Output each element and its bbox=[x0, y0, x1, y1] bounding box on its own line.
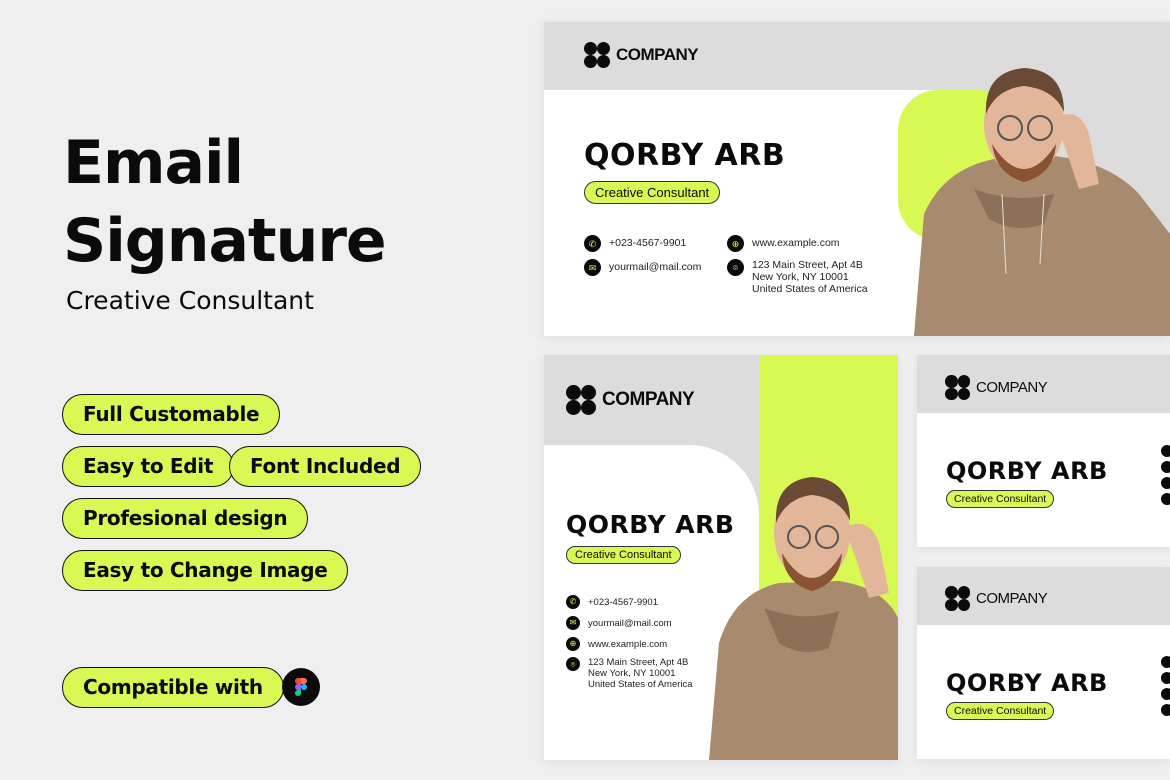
hero-title-line2: Signature bbox=[63, 206, 387, 276]
address-line3: United States of America bbox=[588, 679, 693, 690]
email-icon: ✉ bbox=[566, 616, 580, 630]
globe-icon: ⊕ bbox=[727, 235, 744, 252]
figma-icon bbox=[282, 668, 320, 706]
contact-icons bbox=[1161, 445, 1170, 505]
contact-phone: ✆ +023-4567-9901 bbox=[566, 595, 658, 609]
portrait-photo bbox=[914, 68, 1170, 336]
role-badge: Creative Consultant bbox=[946, 490, 1055, 508]
feature-pill-professional-design: Profesional design bbox=[62, 498, 309, 539]
role-badge: Creative Consultant bbox=[946, 702, 1055, 720]
contact-address: ⌾ 123 Main Street, Apt 4B New York, NY 1… bbox=[727, 259, 868, 295]
hero-subtitle: Creative Consultant bbox=[66, 286, 314, 315]
contact-email: ✉ yourmail@mail.com bbox=[584, 259, 701, 276]
phone-icon bbox=[1161, 445, 1170, 457]
location-pin-icon bbox=[1161, 704, 1170, 716]
company-name: COMPANY bbox=[976, 590, 1048, 607]
address-line3: United States of America bbox=[752, 283, 868, 295]
company-logo: COMPANY bbox=[566, 385, 695, 415]
location-pin-icon: ⌾ bbox=[727, 259, 744, 276]
website-text[interactable]: www.example.com bbox=[752, 235, 840, 252]
person-name: QORBY ARB bbox=[584, 138, 786, 173]
compatible-with-pill: Compatible with bbox=[62, 667, 284, 708]
address-line1: 123 Main Street, Apt 4B bbox=[752, 259, 863, 271]
globe-icon bbox=[1161, 688, 1170, 700]
feature-pill-easy-change-image: Easy to Change Image bbox=[62, 550, 349, 591]
globe-icon: ⊕ bbox=[566, 637, 580, 651]
logo-mark-icon bbox=[566, 385, 596, 415]
contact-icons bbox=[1161, 656, 1170, 716]
logo-mark-icon bbox=[584, 42, 610, 68]
contact-website: ⊕ www.example.com bbox=[727, 235, 840, 252]
phone-icon bbox=[1161, 656, 1170, 668]
signature-card-horizontal: COMPANY QORBY ARB Creative Consultant ✆ … bbox=[544, 22, 1170, 336]
logo-mark-icon bbox=[945, 586, 970, 611]
address-line2: New York, NY 10001 bbox=[588, 668, 676, 679]
person-name: QORBY ARB bbox=[946, 457, 1108, 485]
contact-phone: ✆ +023-4567-9901 bbox=[584, 235, 686, 252]
globe-icon bbox=[1161, 477, 1170, 489]
location-pin-icon bbox=[1161, 493, 1170, 505]
signature-card-square: COMPANY QORBY ARB Creative Consultant ✆ … bbox=[544, 355, 898, 760]
role-badge: Creative Consultant bbox=[566, 546, 681, 564]
email-icon bbox=[1161, 461, 1170, 473]
location-pin-icon: ⌾ bbox=[566, 657, 580, 671]
website-text[interactable]: www.example.com bbox=[588, 637, 667, 651]
phone-icon: ✆ bbox=[566, 595, 580, 609]
feature-pill-easy-to-edit: Easy to Edit bbox=[62, 446, 235, 487]
address-text: 123 Main Street, Apt 4B New York, NY 100… bbox=[588, 657, 693, 690]
address-line2: New York, NY 10001 bbox=[752, 271, 849, 283]
portrait-photo bbox=[709, 477, 898, 760]
person-name: QORBY ARB bbox=[946, 669, 1108, 697]
signature-card-compact-1: COMPANY QORBY ARB Creative Consultant bbox=[917, 355, 1170, 547]
logo-mark-icon bbox=[945, 375, 970, 400]
company-name: COMPANY bbox=[616, 45, 699, 64]
company-logo: COMPANY bbox=[945, 586, 1048, 611]
company-name: COMPANY bbox=[976, 379, 1048, 396]
company-logo: COMPANY bbox=[584, 42, 699, 68]
hero-title: Email Signature bbox=[63, 124, 387, 280]
role-badge: Creative Consultant bbox=[584, 181, 721, 204]
address-line1: 123 Main Street, Apt 4B bbox=[588, 657, 689, 668]
email-icon: ✉ bbox=[584, 259, 601, 276]
contact-address: ⌾ 123 Main Street, Apt 4B New York, NY 1… bbox=[566, 657, 693, 690]
signature-card-compact-2: COMPANY QORBY ARB Creative Consultant bbox=[917, 567, 1170, 759]
contact-website: ⊕ www.example.com bbox=[566, 637, 667, 651]
feature-pill-full-customable: Full Customable bbox=[62, 394, 281, 435]
phone-icon: ✆ bbox=[584, 235, 601, 252]
feature-pill-font-included: Font Included bbox=[229, 446, 422, 487]
company-name: COMPANY bbox=[602, 389, 695, 410]
hero-title-line1: Email bbox=[63, 128, 244, 198]
address-text: 123 Main Street, Apt 4B New York, NY 100… bbox=[752, 259, 868, 295]
contact-email: ✉ yourmail@mail.com bbox=[566, 616, 672, 630]
email-icon bbox=[1161, 672, 1170, 684]
phone-text[interactable]: +023-4567-9901 bbox=[609, 235, 686, 252]
email-text[interactable]: yourmail@mail.com bbox=[609, 259, 701, 276]
email-text[interactable]: yourmail@mail.com bbox=[588, 616, 672, 630]
phone-text[interactable]: +023-4567-9901 bbox=[588, 595, 658, 609]
company-logo: COMPANY bbox=[945, 375, 1048, 400]
